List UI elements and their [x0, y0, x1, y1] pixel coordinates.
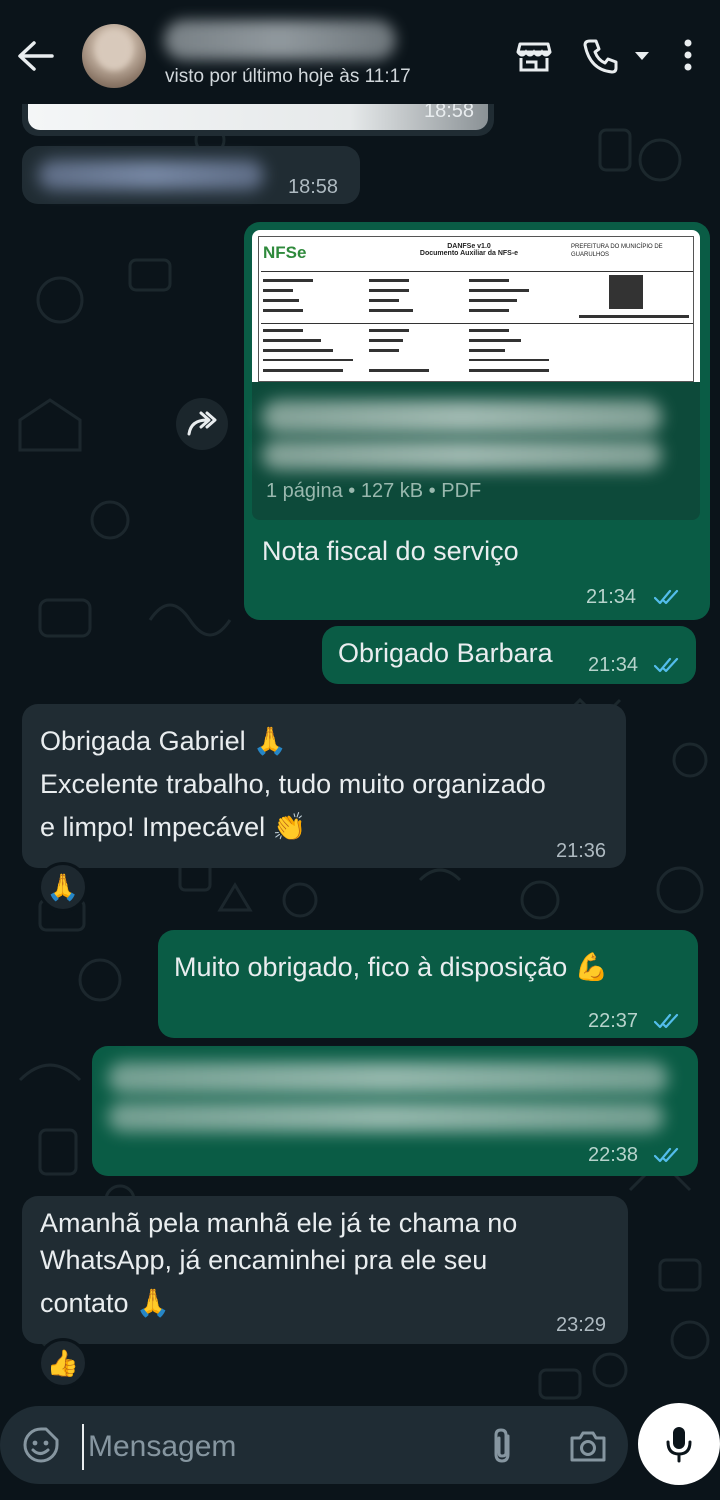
contact-avatar[interactable] — [82, 24, 146, 88]
redacted-text — [38, 160, 264, 190]
call-options-chevron-icon[interactable] — [632, 36, 652, 76]
message-reaction[interactable]: 🙏 — [38, 862, 88, 912]
text-caret — [82, 1424, 84, 1470]
emoji-sticker-icon[interactable] — [22, 1426, 60, 1464]
message-text-line: e limpo! Impecável 👏 — [40, 812, 307, 842]
contact-name-redacted[interactable] — [164, 20, 396, 60]
document-message-bubble[interactable]: NFSe DANFSe v1.0 Documento Auxiliar da N… — [244, 222, 710, 620]
message-bubble-outgoing[interactable]: 22:38 — [92, 1046, 698, 1176]
message-bubble-incoming[interactable]: Obrigada Gabriel 🙏 Excelente trabalho, t… — [22, 704, 626, 868]
attach-paperclip-icon[interactable] — [488, 1426, 518, 1466]
message-bubble-incoming[interactable]: Amanhã pela manhã ele já te chama no Wha… — [22, 1196, 628, 1344]
read-ticks-icon — [654, 657, 679, 673]
voice-record-button[interactable] — [638, 1403, 720, 1485]
message-text-line: Obrigada Gabriel 🙏 — [40, 726, 287, 756]
message-time: 21:34 — [586, 586, 637, 608]
message-bubble-outgoing[interactable]: Obrigado Barbara 21:34 — [322, 626, 696, 684]
redacted-text — [108, 1062, 668, 1094]
redacted-filename — [262, 440, 662, 470]
message-time: 21:34 — [588, 654, 639, 676]
message-text: Obrigado Barbara — [338, 638, 553, 668]
message-bubble-outgoing[interactable]: Muito obrigado, fico à disposição 💪 22:3… — [158, 930, 698, 1038]
camera-icon[interactable] — [568, 1428, 608, 1464]
message-input[interactable]: Mensagem — [88, 1430, 236, 1464]
microphone-icon — [666, 1427, 692, 1463]
message-time: 21:36 — [556, 840, 607, 862]
pdf-content-lines — [261, 271, 693, 372]
chat-header: visto por último hoje às 11:17 — [0, 0, 720, 104]
redacted-text — [108, 1102, 664, 1132]
message-text-line: Excelente trabalho, tudo muito organizad… — [40, 769, 546, 799]
last-seen-status: visto por último hoje às 11:17 — [165, 66, 411, 87]
forward-icon — [187, 411, 217, 436]
message-bubble-incoming[interactable]: 18:58 — [22, 146, 360, 204]
document-meta: 1 página • 127 kB • PDF — [266, 480, 482, 502]
message-text: Muito obrigado, fico à disposição 💪 — [174, 952, 609, 982]
document-info-panel[interactable]: 1 página • 127 kB • PDF — [252, 382, 700, 520]
message-text-line: WhatsApp, já encaminhei pra ele seu — [40, 1245, 488, 1275]
message-time: 22:38 — [588, 1144, 639, 1166]
message-time: 23:29 — [556, 1314, 607, 1336]
redacted-filename — [262, 400, 662, 434]
message-time: 18:58 — [288, 176, 339, 198]
pdf-thumbnail[interactable]: NFSe DANFSe v1.0 Documento Auxiliar da N… — [252, 230, 700, 382]
message-text-line: contato 🙏 — [40, 1288, 170, 1318]
message-composer: Mensagem — [0, 1400, 720, 1500]
message-reaction[interactable]: 👍 — [38, 1338, 88, 1388]
back-arrow-icon[interactable] — [14, 38, 56, 74]
forward-button[interactable] — [176, 398, 228, 450]
read-ticks-icon — [654, 1147, 679, 1163]
read-ticks-icon — [654, 1013, 679, 1029]
more-options-icon[interactable] — [676, 36, 700, 76]
read-ticks-icon — [654, 589, 679, 605]
message-input-container[interactable]: Mensagem — [0, 1406, 628, 1484]
storefront-icon[interactable] — [514, 36, 554, 76]
message-time: 22:37 — [588, 1010, 639, 1032]
document-caption: Nota fiscal do serviço — [262, 536, 519, 566]
voice-call-icon[interactable] — [580, 36, 620, 76]
